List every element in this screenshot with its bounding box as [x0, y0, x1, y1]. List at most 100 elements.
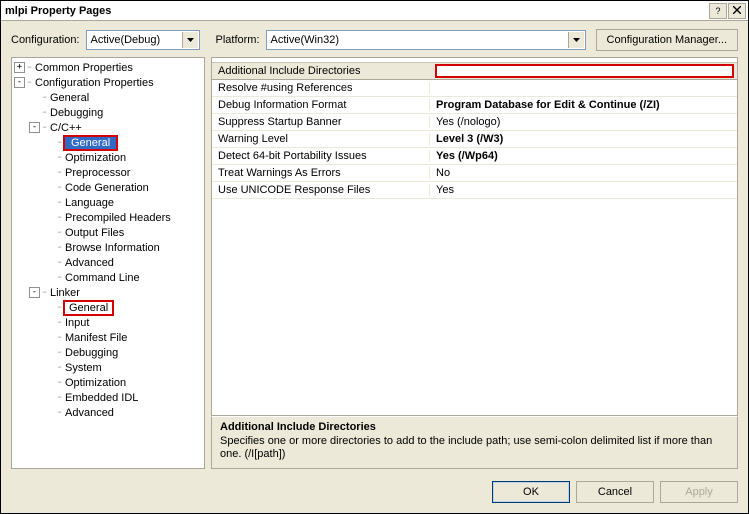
tree-node-cpp[interactable]: - ··· C/C++ [12, 120, 204, 135]
tree-node-cpp-optimization[interactable]: ···Optimization [12, 150, 204, 165]
description-text: Specifies one or more directories to add… [220, 435, 729, 463]
grid-value[interactable]: Yes (/nologo) [430, 116, 737, 128]
tree-node-cpp-preprocessor[interactable]: ···Preprocessor [12, 165, 204, 180]
highlight-box: General [63, 300, 114, 316]
grid-key: Warning Level [212, 133, 430, 145]
tree-node-linker-debugging[interactable]: ···Debugging [12, 345, 204, 360]
help-button[interactable]: ? [709, 3, 727, 19]
tree-node-linker-idl[interactable]: ···Embedded IDL [12, 390, 204, 405]
grid-key: Use UNICODE Response Files [212, 184, 430, 196]
tree-node-cpp-codegen[interactable]: ···Code Generation [12, 180, 204, 195]
property-grid-pane: Additional Include Directories Resolve #… [211, 57, 738, 469]
tree-label: Debugging [48, 107, 105, 119]
tree-label: System [63, 362, 104, 374]
dialog-footer: OK Cancel Apply [1, 475, 748, 513]
highlight-box: General [63, 135, 118, 151]
description-box: Additional Include Directories Specifies… [211, 416, 738, 470]
minus-icon[interactable]: - [14, 77, 25, 88]
chevron-down-icon [568, 32, 584, 48]
grid-row[interactable]: Warning LevelLevel 3 (/W3) [212, 131, 737, 148]
description-title: Additional Include Directories [220, 421, 729, 433]
tree-label: C/C++ [48, 122, 84, 134]
cancel-button[interactable]: Cancel [576, 481, 654, 503]
additional-include-dirs-value[interactable] [435, 64, 734, 78]
grid-value[interactable]: Level 3 (/W3) [430, 133, 737, 145]
configuration-row: Configuration: Active(Debug) Platform: A… [1, 21, 748, 57]
tree-label: Preprocessor [63, 167, 132, 179]
tree-node-linker-manifest[interactable]: ···Manifest File [12, 330, 204, 345]
grid-row[interactable]: Suppress Startup BannerYes (/nologo) [212, 114, 737, 131]
tree-label: Precompiled Headers [63, 212, 173, 224]
tree-label: Embedded IDL [63, 392, 140, 404]
plus-icon[interactable]: + [14, 62, 25, 73]
grid-row[interactable]: Detect 64-bit Portability IssuesYes (/Wp… [212, 148, 737, 165]
apply-button[interactable]: Apply [660, 481, 738, 503]
tree-label: Language [63, 197, 116, 209]
grid-header-label: Additional Include Directories [218, 65, 360, 77]
grid-key: Debug Information Format [212, 99, 430, 111]
tree-label: Browse Information [63, 242, 162, 254]
tree-label: General [65, 302, 112, 314]
tree-node-cpp-cmdline[interactable]: ···Command Line [12, 270, 204, 285]
close-button[interactable] [728, 3, 746, 19]
grid-header-row[interactable]: Additional Include Directories [212, 62, 737, 80]
platform-combo[interactable]: Active(Win32) [266, 30, 586, 50]
configuration-manager-button[interactable]: Configuration Manager... [596, 29, 738, 51]
tree-node-linker-general[interactable]: ··· General [12, 300, 204, 315]
grid-key: Resolve #using References [212, 82, 430, 94]
tree-node-linker-system[interactable]: ···System [12, 360, 204, 375]
platform-label: Platform: [216, 34, 260, 46]
ok-button[interactable]: OK [492, 481, 570, 503]
grid-value[interactable]: No [430, 167, 737, 179]
titlebar: mlpi Property Pages ? [1, 1, 748, 21]
grid-value[interactable]: Yes [430, 184, 737, 196]
tree-node-linker-advanced[interactable]: ···Advanced [12, 405, 204, 420]
tree-node-cpp-browse[interactable]: ···Browse Information [12, 240, 204, 255]
grid-row[interactable]: Use UNICODE Response FilesYes [212, 182, 737, 199]
minus-icon[interactable]: - [29, 122, 40, 133]
tree-node-cpp-output[interactable]: ···Output Files [12, 225, 204, 240]
property-grid: Additional Include Directories Resolve #… [211, 57, 738, 416]
tree-node-cpp-advanced[interactable]: ···Advanced [12, 255, 204, 270]
grid-value[interactable]: Yes (/Wp64) [430, 150, 737, 162]
tree-node-configuration-properties[interactable]: - ··· Configuration Properties [12, 75, 204, 90]
configuration-combo[interactable]: Active(Debug) [86, 30, 200, 50]
tree-label: Code Generation [63, 182, 151, 194]
tree-node-general[interactable]: ··· General [12, 90, 204, 105]
tree-node-cpp-language[interactable]: ···Language [12, 195, 204, 210]
tree-node-cpp-general[interactable]: ··· General [12, 135, 204, 150]
configuration-value: Active(Debug) [91, 34, 161, 46]
tree-label: Command Line [63, 272, 142, 284]
tree-label: General [65, 137, 116, 149]
tree-label: Configuration Properties [33, 77, 156, 89]
tree-label: Output Files [63, 227, 126, 239]
grid-key: Detect 64-bit Portability Issues [212, 150, 430, 162]
window-title: mlpi Property Pages [5, 5, 708, 17]
tree-label: Linker [48, 287, 82, 299]
tree-label: Optimization [63, 152, 128, 164]
platform-value: Active(Win32) [271, 34, 339, 46]
tree-node-linker[interactable]: - ··· Linker [12, 285, 204, 300]
grid-row[interactable]: Resolve #using References [212, 80, 737, 97]
category-tree[interactable]: + ··· Common Properties - ··· Configurat… [11, 57, 205, 469]
tree-node-linker-optimization[interactable]: ···Optimization [12, 375, 204, 390]
grid-row[interactable]: Debug Information FormatProgram Database… [212, 97, 737, 114]
tree-label: Advanced [63, 257, 116, 269]
tree-label: Manifest File [63, 332, 129, 344]
property-pages-window: mlpi Property Pages ? Configuration: Act… [0, 0, 749, 514]
tree-node-cpp-pch[interactable]: ···Precompiled Headers [12, 210, 204, 225]
grid-row[interactable]: Treat Warnings As ErrorsNo [212, 165, 737, 182]
minus-icon[interactable]: - [29, 287, 40, 298]
configuration-label: Configuration: [11, 34, 80, 46]
chevron-down-icon [182, 32, 198, 48]
tree-label: Input [63, 317, 91, 329]
grid-value[interactable]: Program Database for Edit & Continue (/Z… [430, 99, 737, 111]
main-area: + ··· Common Properties - ··· Configurat… [1, 57, 748, 475]
grid-key: Treat Warnings As Errors [212, 167, 430, 179]
tree-label: Common Properties [33, 62, 135, 74]
tree-node-debugging[interactable]: ··· Debugging [12, 105, 204, 120]
tree-label: General [48, 92, 91, 104]
tree-node-linker-input[interactable]: ···Input [12, 315, 204, 330]
tree-node-common[interactable]: + ··· Common Properties [12, 60, 204, 75]
tree-label: Debugging [63, 347, 120, 359]
